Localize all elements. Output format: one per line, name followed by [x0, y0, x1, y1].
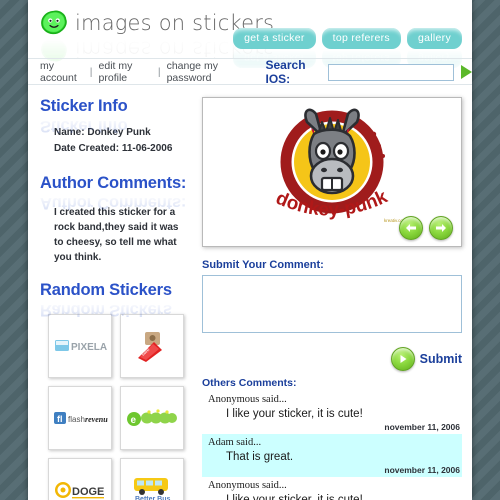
next-sticker-button[interactable]: [429, 216, 453, 240]
search-go-icon[interactable]: [460, 65, 472, 79]
random-stickers-grid: PIXELAB sale fl f: [48, 314, 188, 500]
sticker-date-row: Date Created: 11-06-2006: [54, 141, 192, 157]
comment-item: Anonymous said... I like your sticker, i…: [202, 477, 462, 500]
search-input[interactable]: [327, 63, 454, 81]
nav-top-referers[interactable]: top referers: [321, 28, 401, 49]
main-columns: Sticker Info Sticker Info Name: Donkey P…: [28, 85, 472, 500]
author-comments-heading: Author Comments: Author Comments:: [40, 174, 192, 212]
comment-date: november 11, 2006: [384, 422, 460, 432]
thumb-pixelab[interactable]: PIXELAB: [48, 314, 112, 378]
submit-row: Submit: [202, 347, 462, 371]
comment-author: Adam said...: [208, 437, 262, 448]
link-edit-my-profile[interactable]: edit my profile: [99, 60, 152, 84]
sticker-pager: [399, 216, 453, 240]
sticker-name-value: Donkey Punk: [87, 127, 151, 138]
green-blob-face-icon: [40, 10, 68, 36]
comment-text: That is great.: [226, 451, 294, 463]
comment-item: Anonymous said... I like your sticker, i…: [202, 391, 462, 434]
sticker-name-row: Name: Donkey Punk: [54, 125, 192, 141]
play-arrow-icon: [400, 355, 407, 363]
left-column: Sticker Info Sticker Info Name: Donkey P…: [40, 93, 192, 500]
author-comments-text: I created this sticker for a rock band,t…: [54, 207, 179, 263]
sticker-name-label: Name:: [54, 127, 85, 138]
svg-text:DOGE: DOGE: [72, 486, 104, 498]
comment-text: I like your sticker, it is cute!: [226, 408, 363, 420]
svg-text:Better Bus: Better Bus: [135, 496, 171, 500]
sticker-info-heading-text: Sticker Info: [40, 97, 128, 115]
thumb-green-juice[interactable]: e: [120, 386, 184, 450]
sticker-image: donkey-punk kreativ.com: [252, 106, 412, 239]
thumb-flash-revenue[interactable]: fl flash revenue: [48, 386, 112, 450]
thumb-red-tag[interactable]: sale: [120, 314, 184, 378]
site-header: images on stickers images on stickers ge…: [28, 0, 472, 68]
svg-text:revenue: revenue: [85, 415, 108, 424]
comment-textarea[interactable]: [202, 275, 462, 333]
submit-play-button[interactable]: [390, 347, 415, 371]
search-label: Search IOS:: [265, 58, 306, 86]
random-stickers-heading: Random Stickers Random Stickers: [40, 281, 192, 319]
nav-separator: |: [89, 66, 93, 78]
sticker-info-values: Name: Donkey Punk Date Created: 11-06-20…: [54, 125, 192, 156]
page-container: images on stickers images on stickers ge…: [28, 0, 472, 500]
thumb-school-bus[interactable]: Better Bus: [120, 458, 184, 500]
comment-item: Adam said... That is great. november 11,…: [202, 434, 462, 477]
svg-text:e: e: [131, 415, 137, 426]
others-comments-heading: Others Comments:: [202, 377, 297, 389]
sub-navigation: my account | edit my profile | change my…: [28, 58, 472, 86]
nav-gallery[interactable]: gallery: [406, 28, 462, 49]
nav-get-a-sticker[interactable]: get a sticker: [233, 28, 316, 49]
comment-date: november 11, 2006: [384, 465, 460, 475]
comment-author: Anonymous said...: [208, 480, 287, 491]
header-nav-buttons: get a sticker top referers gallery: [233, 28, 462, 49]
sticker-info-heading: Sticker Info Sticker Info: [40, 97, 192, 135]
thumb-doge[interactable]: DOGE: [48, 458, 112, 500]
svg-text:flash: flash: [68, 415, 85, 424]
divider: [28, 84, 472, 85]
svg-text:PIXELAB: PIXELAB: [71, 342, 107, 353]
arrow-right-icon: [436, 224, 446, 232]
author-comments-heading-text: Author Comments:: [40, 174, 187, 192]
sticker-date-label: Date Created:: [54, 142, 120, 154]
link-change-my-password[interactable]: change my password: [167, 60, 248, 84]
random-stickers-heading-text: Random Stickers: [40, 281, 172, 299]
previous-sticker-button[interactable]: [399, 216, 423, 240]
sticker-date-value: 11-06-2006: [121, 142, 173, 154]
nav-separator: |: [157, 66, 161, 78]
comment-author: Anonymous said...: [208, 394, 287, 405]
arrow-left-icon: [406, 224, 416, 232]
right-column: donkey-punk kreativ.com Submit Your Comm…: [192, 93, 462, 500]
comment-text: I like your sticker, it is cute!: [226, 494, 363, 500]
submit-comment-label: Submit Your Comment:: [202, 259, 324, 271]
sticker-display-panel: donkey-punk kreativ.com: [202, 97, 462, 247]
link-my-account[interactable]: my account: [40, 60, 84, 84]
svg-text:fl: fl: [57, 414, 63, 424]
submit-button-label[interactable]: Submit: [420, 352, 462, 366]
